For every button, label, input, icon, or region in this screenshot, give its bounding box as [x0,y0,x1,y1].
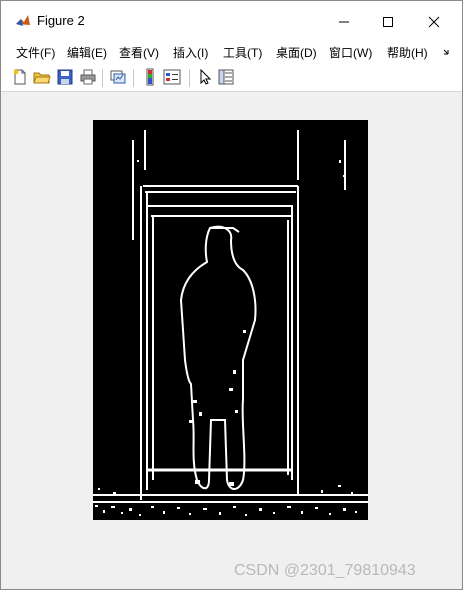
close-button[interactable] [411,7,457,37]
watermark: CSDN @2301_79810943 [234,562,416,579]
minimize-button[interactable] [321,7,367,37]
menu-edit[interactable]: 编辑(E) [67,44,107,61]
insert-colorbar-icon[interactable] [141,68,159,86]
menu-desktop[interactable]: 桌面(D) [276,44,317,61]
toolbar [1,63,462,92]
toolbar-separator [133,69,134,87]
maximize-icon [383,17,393,27]
menu-view[interactable]: 查看(V) [119,44,159,61]
menu-file[interactable]: 文件(F) [16,44,55,61]
window-title: Figure 2 [37,13,85,28]
menu-insert[interactable]: 插入(I) [173,44,208,61]
pointer-icon[interactable] [196,68,214,86]
save-icon[interactable] [56,68,74,86]
insert-legend-icon[interactable] [163,68,181,86]
open-file-icon[interactable] [33,68,51,86]
menu-tools[interactable]: 工具(T) [223,44,262,61]
matlab-icon [16,15,30,26]
edge-detected-image [93,120,368,520]
menu-help[interactable]: 帮助(H) [387,44,428,61]
minimize-icon [339,21,349,23]
property-inspector-icon[interactable] [217,68,235,86]
menu-bar: 文件(F) 编辑(E) 查看(V) 插入(I) 工具(T) 桌面(D) 窗口(W… [1,41,462,63]
menu-window[interactable]: 窗口(W) [329,44,372,61]
close-icon [428,16,440,28]
toolbar-separator [189,69,190,87]
title-bar[interactable]: Figure 2 [1,1,462,41]
maximize-button[interactable] [365,7,411,37]
new-figure-icon[interactable] [11,68,29,86]
print-icon[interactable] [79,68,97,86]
link-plot-icon[interactable] [109,68,127,86]
toolbar-separator [102,69,103,87]
chevron-right-icon[interactable] [442,47,452,57]
